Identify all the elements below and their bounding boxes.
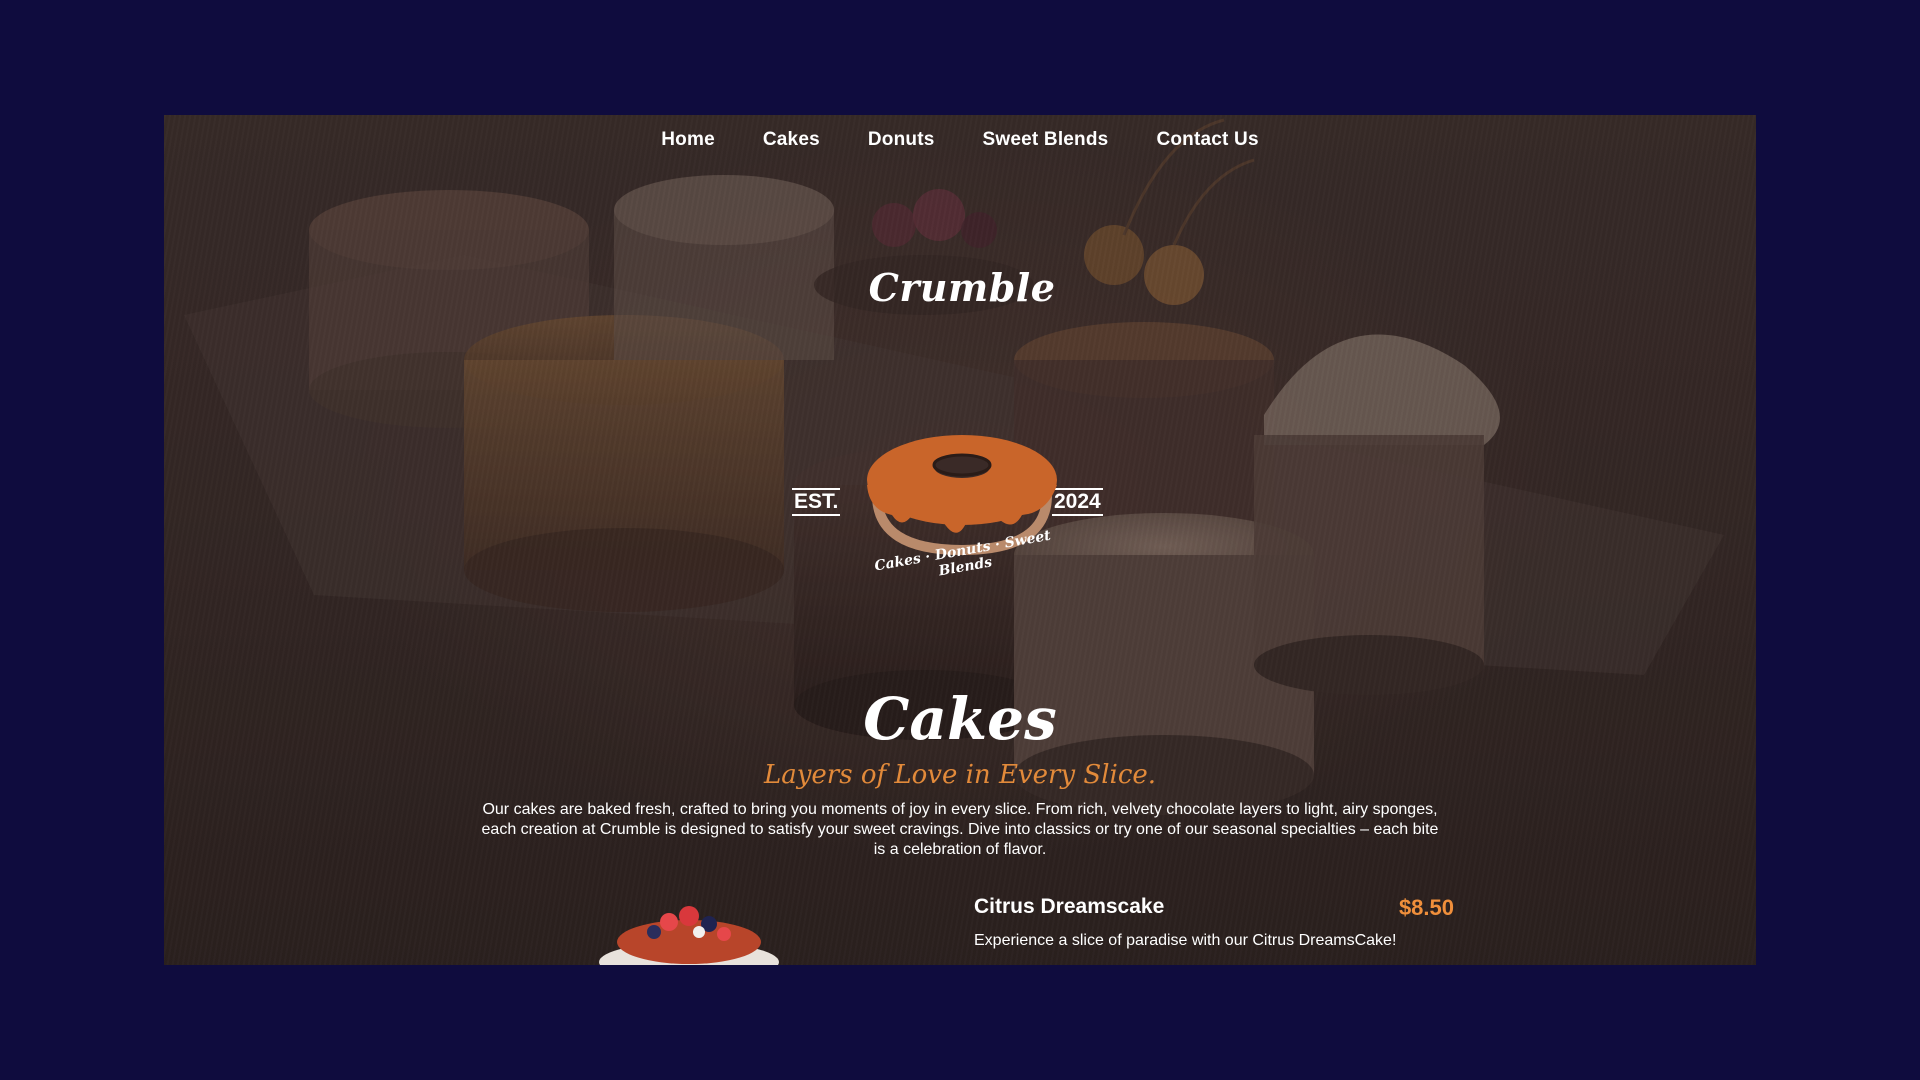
page-subtitle: Layers of Love in Every Slice. [763,760,1157,790]
menu-item-name: Citrus Dreamscake [974,895,1165,918]
nav-contact-us-link[interactable]: Contact Us [1156,129,1258,151]
menu-item-description: Experience a slice of paradise with our … [974,932,1397,949]
page-frame: Home Cakes Donuts Sweet Blends Contact U… [164,115,1756,965]
page-title: Cakes [863,685,1057,753]
cake-plate-image [599,906,779,965]
logo-est-label: EST. [792,488,841,516]
nav-donuts-link[interactable]: Donuts [868,129,935,151]
nav-sweet-blends-link[interactable]: Sweet Blends [983,129,1109,151]
logo-brand-name: Crumble [868,265,1056,310]
main-nav: Home Cakes Donuts Sweet Blends Contact U… [164,129,1756,151]
crumble-logo[interactable]: Crumble EST. 2024 Cakes · Donuts · Sweet… [792,265,1132,595]
menu-item-price: $8.50 [1398,895,1454,920]
nav-home-link[interactable]: Home [661,129,715,151]
page-description: Our cakes are baked fresh, crafted to br… [481,801,1439,858]
nav-cakes-link[interactable]: Cakes [763,129,820,151]
